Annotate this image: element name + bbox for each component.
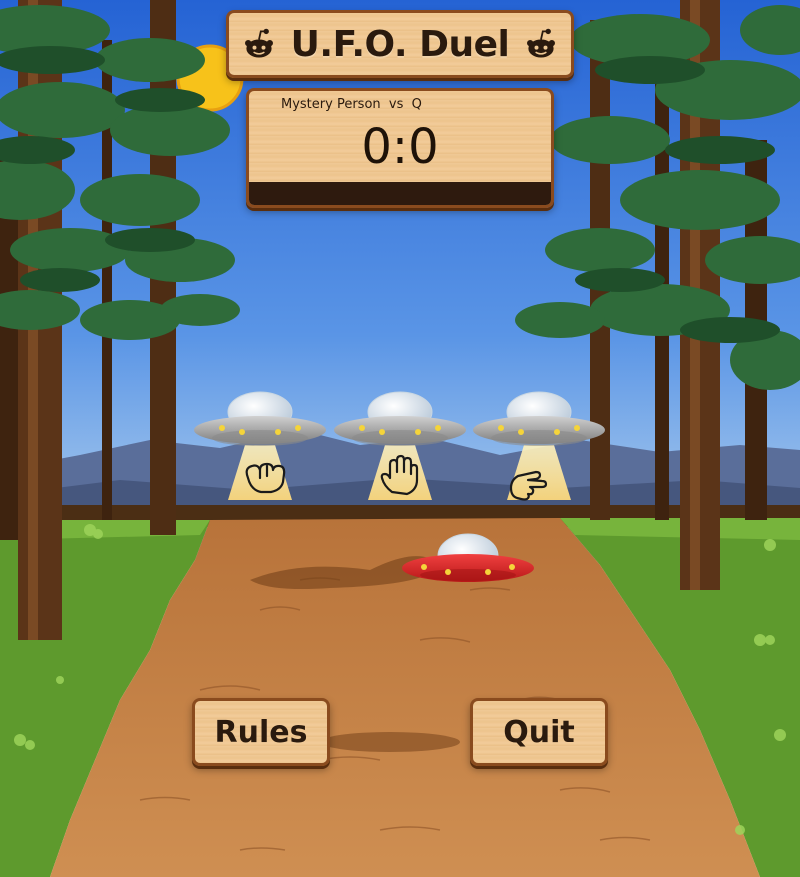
versus-label: vs (388, 97, 404, 112)
quit-button-label: Quit (503, 714, 575, 750)
players-line: Mystery Person vs Q (281, 97, 422, 112)
choice-scissors[interactable] (473, 392, 605, 504)
title-plaque: U.F.O. Duel (226, 10, 574, 78)
player-two-name: Q (411, 97, 422, 112)
choice-paper[interactable] (334, 392, 466, 504)
reddit-alien-icon (527, 28, 556, 58)
reddit-alien-icon (244, 28, 273, 58)
score-display: 0:0 (361, 119, 439, 175)
rules-button-label: Rules (214, 714, 308, 750)
score-panel: Mystery Person vs Q 0:0 (246, 88, 554, 208)
rules-button[interactable]: Rules (192, 698, 330, 766)
game-title: U.F.O. Duel (290, 23, 510, 65)
score-panel-footer (249, 182, 551, 205)
player-one-name: Mystery Person (281, 97, 381, 112)
choice-rock[interactable] (194, 392, 326, 504)
quit-button[interactable]: Quit (470, 698, 608, 766)
